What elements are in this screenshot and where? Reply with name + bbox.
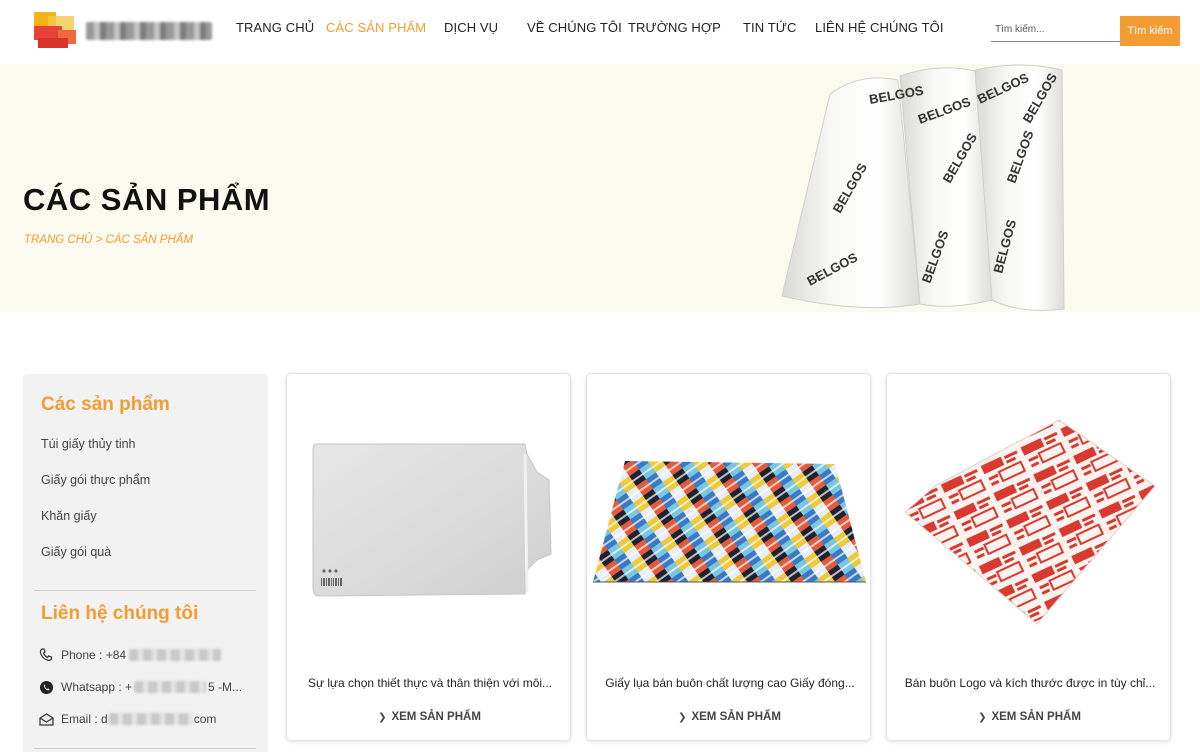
site-header: TRANG CHỦ CÁC SẢN PHẨM DỊCH VỤ VỀ CHÚNG … (0, 0, 1200, 64)
product-title[interactable]: Giấy lụa bán buôn chất lượng cao Giấy đó… (599, 676, 861, 690)
product-card[interactable]: Bán buôn Logo và kích thước được in tùy … (886, 373, 1171, 741)
contact-email-label: Email : d (61, 712, 108, 726)
contact-whatsapp[interactable]: Whatsapp : + 5 -M... (38, 678, 242, 696)
product-image-printed-tissue-paper (593, 461, 866, 583)
nav-cases[interactable]: TRƯỜNG HỢP (628, 20, 721, 35)
contact-whatsapp-suffix: 5 -M... (208, 680, 243, 694)
nav-about[interactable]: VỀ CHÚNG TÔI (527, 20, 622, 35)
sidebar-divider (34, 748, 256, 749)
view-product-link[interactable]: ❯ XEM SẢN PHẨM (887, 711, 1170, 723)
nav-contact[interactable]: LIÊN HỆ CHÚNG TÔI (815, 20, 944, 35)
product-card[interactable]: Sự lựa chọn thiết thực và thân thiện với… (286, 373, 571, 741)
email-icon (38, 711, 54, 727)
view-product-link[interactable]: ❯ XEM SẢN PHẨM (587, 711, 870, 723)
product-title[interactable]: Bán buôn Logo và kích thước được in tùy … (899, 676, 1161, 690)
chevron-right-icon: ❯ (678, 712, 687, 723)
whatsapp-icon (38, 679, 54, 695)
phone-icon (38, 647, 54, 663)
contact-phone[interactable]: Phone : +84 (38, 646, 222, 664)
sidebar-products-heading: Các sản phẩm (41, 394, 170, 415)
chevron-right-icon: ❯ (978, 712, 987, 723)
nav-home[interactable]: TRANG CHỦ (236, 20, 314, 35)
product-card[interactable]: Giấy lụa bán buôn chất lượng cao Giấy đó… (586, 373, 871, 741)
sidebar: Các sản phẩm Túi giấy thủy tinh Giấy gói… (23, 374, 268, 752)
logo-mark-icon (34, 12, 78, 50)
breadcrumb-current: CÁC SẢN PHẨM (105, 234, 194, 246)
nav-services[interactable]: DỊCH VỤ (444, 20, 498, 35)
contact-whatsapp-label: Whatsapp : + (61, 680, 133, 694)
contact-email[interactable]: Email : d com (38, 710, 216, 728)
page-title: CÁC SẢN PHẨM (23, 182, 271, 217)
breadcrumb-separator: > (92, 234, 106, 246)
sidebar-contact-heading: Liên hệ chúng tôi (41, 603, 199, 624)
sidebar-divider (34, 590, 256, 591)
company-logo[interactable] (34, 12, 214, 50)
breadcrumb-home[interactable]: TRANG CHỦ (24, 234, 92, 246)
breadcrumb: TRANG CHỦ > CÁC SẢN PHẨM (24, 234, 193, 246)
product-title[interactable]: Sự lựa chọn thiết thực và thân thiện với… (299, 676, 561, 690)
email-address-blurred (108, 713, 193, 725)
nav-news[interactable]: TIN TỨC (743, 20, 796, 35)
contact-phone-label: Phone : +84 (61, 648, 127, 662)
phone-number-blurred (129, 649, 222, 661)
product-image-white-tissue-bag (312, 443, 552, 597)
search-input[interactable] (991, 18, 1121, 42)
sidebar-item-glass-paper-bag[interactable]: Túi giấy thủy tinh (41, 437, 136, 451)
whatsapp-number-blurred (134, 681, 207, 693)
sidebar-item-food-wrap[interactable]: Giấy gói thực phẩm (41, 473, 150, 487)
view-product-link[interactable]: ❯ XEM SẢN PHẨM (287, 711, 570, 723)
chevron-right-icon: ❯ (378, 712, 387, 723)
banner-paper-rolls-image: BELGOS BELGOS BELGOS BELGOS BELGOS BELGO… (781, 64, 1065, 311)
contact-email-suffix: com (193, 712, 217, 726)
logo-wordmark-blurred (86, 22, 212, 40)
sidebar-item-tissue[interactable]: Khăn giấy (41, 509, 97, 523)
search-button[interactable]: Tìm kiếm (1120, 16, 1180, 46)
sidebar-item-gift-wrap[interactable]: Giấy gói quà (41, 545, 111, 559)
page-banner: CÁC SẢN PHẨM TRANG CHỦ > CÁC SẢN PHẨM BE… (0, 64, 1200, 312)
product-image-custom-logo-paper (904, 419, 1156, 625)
nav-products[interactable]: CÁC SẢN PHẨM (326, 20, 426, 35)
